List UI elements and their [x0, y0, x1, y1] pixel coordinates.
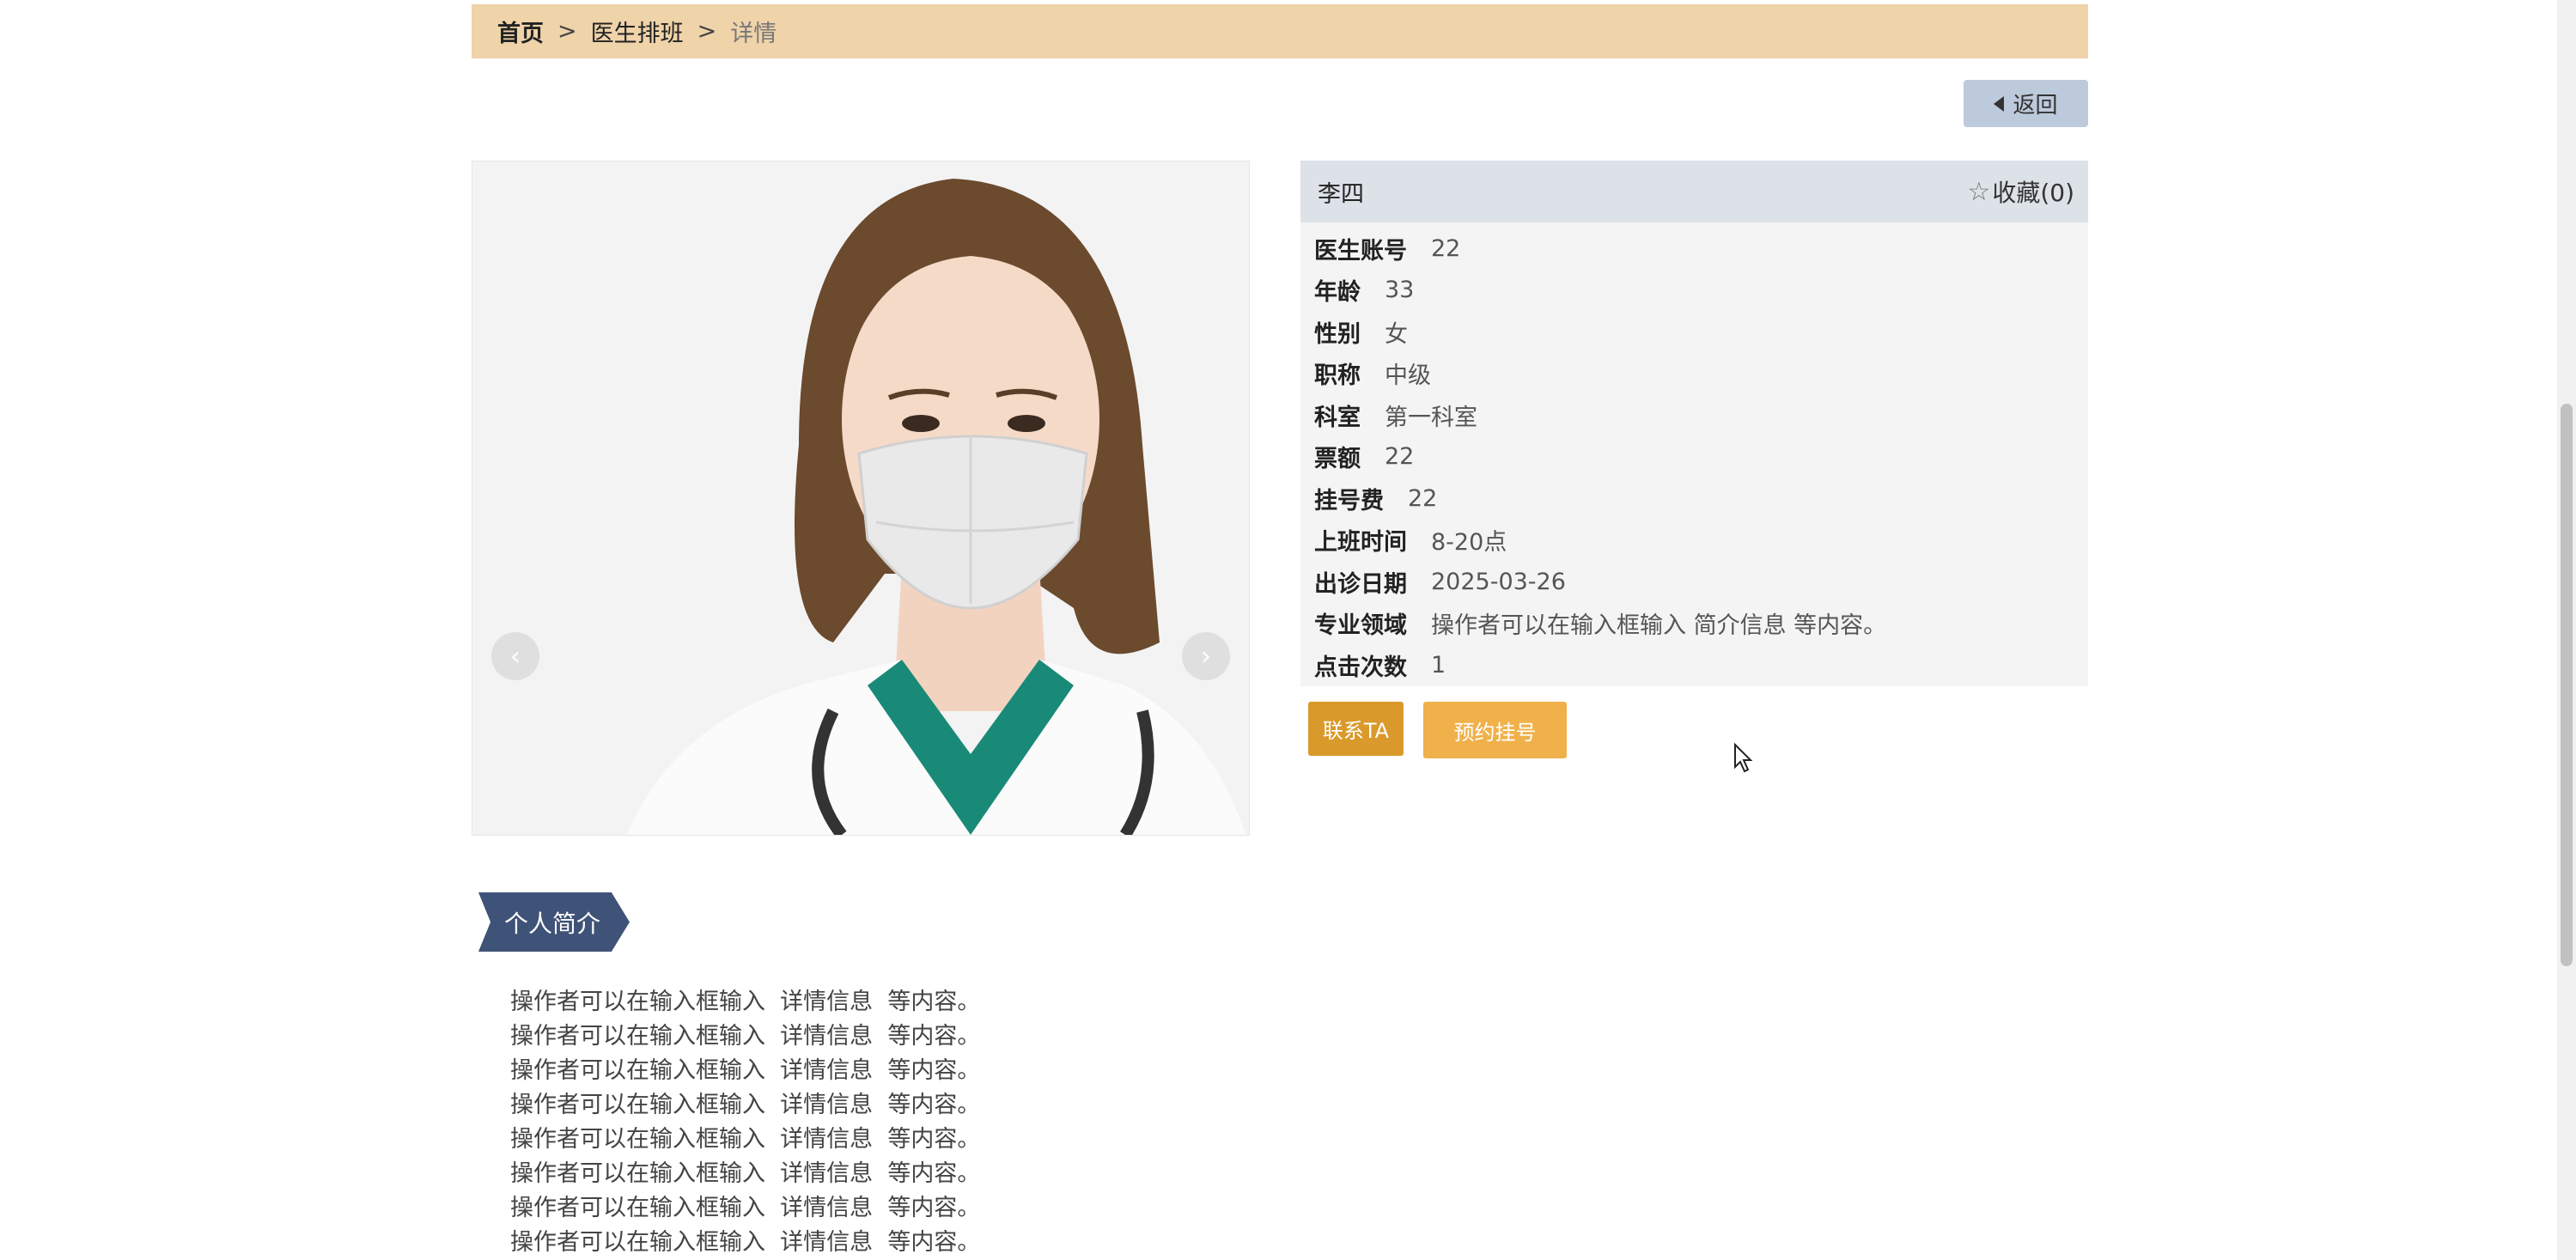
doctor-field-label: 票额 — [1314, 446, 1361, 473]
doctor-field-row: 点击次数 1 — [1314, 644, 2088, 686]
doctor-field-row: 职称 中级 — [1314, 353, 2088, 395]
caret-left-icon — [1994, 95, 2005, 112]
doctor-name: 李四 — [1318, 180, 1364, 208]
breadcrumb-current: 详情 — [730, 21, 777, 47]
doctor-field-row: 医生账号 22 — [1314, 228, 2088, 270]
contact-button[interactable]: 联系TA — [1308, 702, 1404, 756]
back-button[interactable]: 返回 — [1964, 80, 2088, 127]
star-outline-icon: ☆ — [1967, 176, 1991, 207]
breadcrumb-home-link[interactable]: 首页 — [497, 15, 544, 48]
mouse-cursor-icon — [1734, 743, 1753, 773]
breadcrumb: 首页 > 医生排班 > 详情 — [472, 4, 2088, 58]
doctor-field-value: 第一科室 — [1385, 404, 1477, 431]
breadcrumb-separator: > — [557, 18, 577, 45]
doctor-field-label: 性别 — [1314, 320, 1361, 348]
doctor-info-header: 李四 ☆ 收藏(0) — [1300, 161, 2088, 222]
doctor-field-row: 上班时间 8-20点 — [1314, 520, 2088, 562]
doctor-field-value: 8-20点 — [1431, 529, 1507, 557]
chevron-right-icon: › — [1201, 641, 1211, 672]
doctor-field-row: 出诊日期 2025-03-26 — [1314, 561, 2088, 603]
intro-line: 操作者可以在输入框输入 详情信息 等内容。 — [510, 1057, 981, 1084]
doctor-photo — [472, 161, 1249, 835]
doctor-field-label: 职称 — [1314, 362, 1361, 390]
intro-line: 操作者可以在输入框输入 详情信息 等内容。 — [510, 1126, 981, 1153]
favorite-label: 收藏(0) — [1992, 179, 2074, 207]
doctor-field-label: 医生账号 — [1314, 237, 1407, 265]
doctor-field-value: 22 — [1385, 443, 1415, 471]
carousel-prev-button[interactable]: ‹ — [491, 632, 539, 680]
doctor-field-row: 挂号费 22 — [1314, 478, 2088, 520]
intro-line: 操作者可以在输入框输入 详情信息 等内容。 — [510, 1092, 981, 1118]
doctor-photo-carousel[interactable]: ‹ › — [472, 161, 1250, 836]
doctor-info-panel: 李四 ☆ 收藏(0) 医生账号 22 年龄 33 性别女职称 中级 科室 第一科室 票额 22 挂号… — [1300, 161, 2088, 686]
doctor-field-row: 票额 22 — [1314, 436, 2088, 478]
back-button-label: 返回 — [2013, 93, 2058, 119]
doctor-field-row: 专业领域 操作者可以在输入框输入 简介信息 等内容。 — [1314, 603, 2088, 645]
intro-line: 操作者可以在输入框输入 详情信息 等内容。 — [510, 1195, 981, 1221]
intro-line: 操作者可以在输入框输入 详情信息 等内容。 — [510, 1229, 981, 1256]
chevron-left-icon: ‹ — [510, 641, 521, 672]
doctor-field-value: 2025-03-26 — [1431, 568, 1566, 595]
doctor-field-label: 科室 — [1314, 404, 1361, 431]
doctor-field-value: 1 — [1431, 651, 1446, 679]
doctor-field-value: 操作者可以在输入框输入 简介信息 等内容。 — [1431, 612, 1887, 640]
doctor-field-value: 女 — [1385, 320, 1408, 348]
book-appointment-button[interactable]: 预约挂号 — [1423, 702, 1567, 758]
doctor-field-value: 33 — [1385, 277, 1415, 304]
doctor-field-list: 医生账号 22 年龄 33 性别女职称 中级 科室 第一科室 票额 22 挂号费 22 上班时间 8-20… — [1300, 222, 2088, 686]
page-scrollbar-thumb[interactable] — [2561, 404, 2573, 966]
favorite-button[interactable]: ☆ 收藏(0) — [1967, 174, 2074, 209]
intro-line: 操作者可以在输入框输入 详情信息 等内容。 — [510, 1160, 981, 1187]
doctor-field-value: 22 — [1431, 234, 1461, 262]
breadcrumb-separator: > — [697, 18, 717, 45]
doctor-field-label: 挂号费 — [1314, 487, 1384, 514]
doctor-field-label: 专业领域 — [1314, 612, 1407, 640]
intro-text: 操作者可以在输入框输入 详情信息 等内容。 操作者可以在输入框输入 详情信息 等内… — [510, 985, 980, 1260]
doctor-field-row: 年龄 33 — [1314, 270, 2088, 312]
doctor-field-label: 上班时间 — [1314, 529, 1407, 557]
doctor-field-row: 科室 第一科室 — [1314, 394, 2088, 436]
doctor-field-label: 出诊日期 — [1314, 570, 1407, 598]
intro-line: 操作者可以在输入框输入 详情信息 等内容。 — [510, 1023, 981, 1050]
doctor-field-value: 中级 — [1385, 362, 1431, 390]
intro-line: 操作者可以在输入框输入 详情信息 等内容。 — [510, 989, 981, 1015]
doctor-field-row: 性别女 — [1314, 311, 2088, 353]
breadcrumb-schedule-link[interactable]: 医生排班 — [591, 15, 684, 48]
doctor-field-label: 点击次数 — [1314, 654, 1407, 681]
intro-section-tag: 个人简介 — [478, 892, 630, 952]
carousel-next-button[interactable]: › — [1182, 632, 1230, 680]
doctor-field-value: 22 — [1408, 484, 1438, 512]
doctor-field-label: 年龄 — [1314, 279, 1361, 307]
